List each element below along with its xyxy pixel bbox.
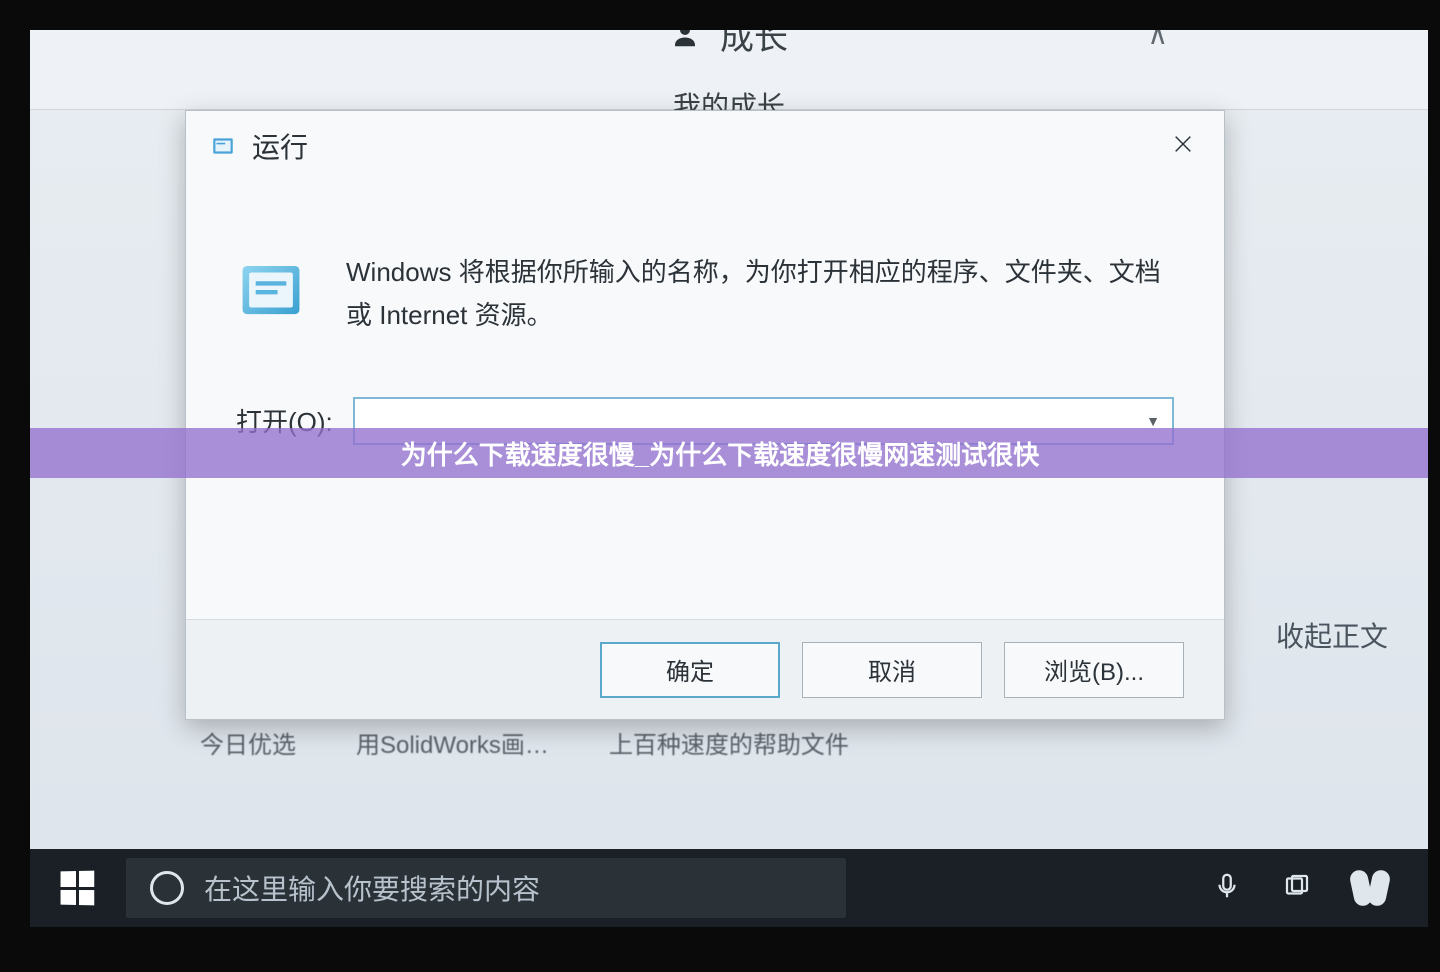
cancel-button[interactable]: 取消 [802,642,982,698]
obscured-item: 今日优选 [200,725,296,760]
obscured-item: 用SolidWorks画… [356,725,549,760]
run-icon [210,133,236,159]
taskbar-search[interactable]: 在这里输入你要搜索的内容 [126,858,846,918]
dialog-footer: 确定 取消 浏览(B)... [186,619,1224,719]
collapse-icon[interactable]: ∧ [1148,18,1169,51]
run-dialog: 运行 [185,110,1225,720]
dialog-titlebar: 运行 [186,111,1224,181]
search-placeholder: 在这里输入你要搜索的内容 [204,868,540,908]
copilot-icon[interactable] [1352,870,1388,906]
task-view-icon[interactable] [1282,871,1312,906]
background-tab[interactable]: 成长 [670,10,788,59]
background-window: 成长 ∧ 我的成长 [30,0,1428,110]
dialog-message: Windows 将根据你所输入的名称，为你打开相应的程序、文件夹、文档或 Int… [346,251,1174,337]
run-large-icon [236,255,306,325]
browse-button[interactable]: 浏览(B)... [1004,642,1184,698]
open-input[interactable] [353,397,1174,445]
collapse-text-link[interactable]: 收起正文 [1276,615,1388,655]
windows-logo-icon [61,871,95,906]
obscured-content-row: 今日优选 用SolidWorks画… 上百种速度的帮助文件 [200,725,1368,760]
dialog-title: 运行 [252,126,308,166]
taskbar: 在这里输入你要搜索的内容 [30,849,1428,927]
open-label: 打开(O): [236,402,333,439]
start-button[interactable] [38,849,116,927]
cortana-icon [150,871,184,905]
ok-button[interactable]: 确定 [600,642,780,698]
person-icon [670,20,700,50]
background-tab-label: 成长 [720,10,788,59]
microphone-icon[interactable] [1212,871,1242,906]
close-button[interactable] [1162,125,1204,167]
obscured-item: 上百种速度的帮助文件 [609,725,849,760]
